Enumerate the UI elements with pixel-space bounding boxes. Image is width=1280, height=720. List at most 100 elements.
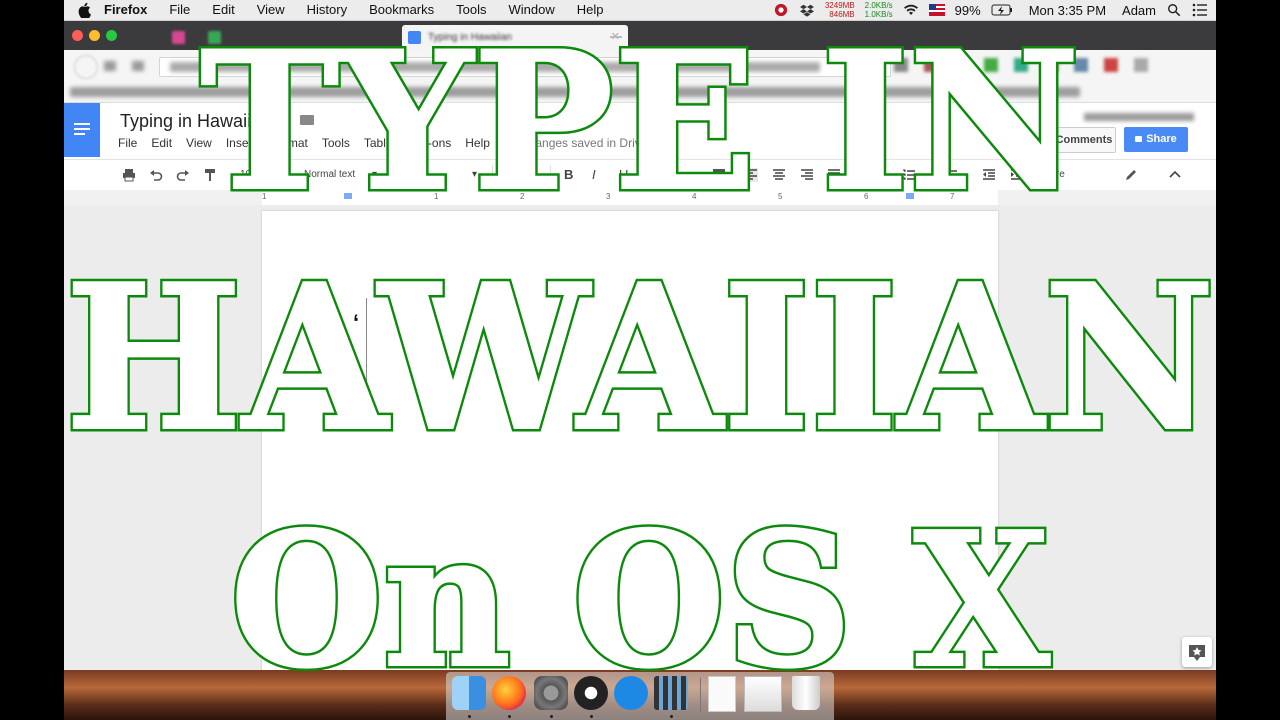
align-right-icon[interactable] xyxy=(800,168,814,182)
paint-format-icon[interactable] xyxy=(203,168,217,182)
right-indent-marker[interactable] xyxy=(906,193,914,199)
pencil-icon[interactable] xyxy=(1124,168,1138,182)
extension-icon[interactable] xyxy=(894,58,908,72)
extension-icon[interactable] xyxy=(1014,58,1028,72)
menu-history[interactable]: History xyxy=(307,0,347,20)
reload-button[interactable] xyxy=(132,61,144,71)
search-icon[interactable] xyxy=(1166,3,1182,17)
stack-folder-icon[interactable] xyxy=(744,676,782,712)
extension-icon[interactable] xyxy=(1104,58,1118,72)
menu-window[interactable]: Window xyxy=(509,0,555,20)
print-icon[interactable] xyxy=(122,168,136,182)
insert-comment-icon[interactable] xyxy=(712,168,726,182)
bulleted-list-icon[interactable] xyxy=(944,168,958,182)
tab-background[interactable]: ✕ xyxy=(202,25,418,50)
battery-percent[interactable]: 99% xyxy=(955,3,981,18)
url-bar[interactable] xyxy=(159,57,891,77)
align-center-icon[interactable] xyxy=(772,168,786,182)
app-store-icon[interactable] xyxy=(614,676,648,710)
style-select[interactable]: Normal text xyxy=(304,160,355,190)
more-button[interactable]: More xyxy=(1042,160,1065,190)
menu-edit[interactable]: Edit xyxy=(212,0,234,20)
line-spacing-icon[interactable] xyxy=(859,168,873,182)
docs-menu-help[interactable]: Help xyxy=(465,136,490,150)
firefox-icon[interactable] xyxy=(492,676,526,710)
text-color-icon[interactable]: A xyxy=(644,160,653,185)
extension-icon[interactable] xyxy=(984,58,998,72)
finder-icon[interactable] xyxy=(452,676,486,710)
menu-tools[interactable]: Tools xyxy=(456,0,486,20)
clock[interactable]: Mon 3:35 PM xyxy=(1029,3,1106,18)
extension-icon[interactable] xyxy=(1044,58,1058,72)
obs-icon[interactable] xyxy=(574,676,608,710)
forward-button[interactable] xyxy=(104,61,116,71)
docs-menu-edit[interactable]: Edit xyxy=(151,136,172,150)
chevron-up-icon[interactable] xyxy=(1168,168,1182,182)
notification-center-icon[interactable] xyxy=(1192,3,1208,17)
document-icon[interactable] xyxy=(708,676,736,712)
bold-icon[interactable]: B xyxy=(564,160,573,190)
extension-icon[interactable] xyxy=(1134,58,1148,72)
wifi-icon[interactable] xyxy=(903,3,919,17)
network-monitor[interactable]: 2.0KB/s 1.0KB/s xyxy=(865,1,893,19)
document-page[interactable] xyxy=(262,211,998,681)
apple-icon[interactable] xyxy=(78,2,92,18)
font-select[interactable]: Arial xyxy=(404,160,424,190)
system-preferences-icon[interactable] xyxy=(534,676,568,710)
account-info[interactable] xyxy=(1084,113,1194,121)
left-indent-marker[interactable] xyxy=(344,193,352,199)
record-icon[interactable] xyxy=(773,3,789,17)
extension-icon[interactable] xyxy=(1074,58,1088,72)
zoom-select[interactable]: 100% xyxy=(240,160,266,190)
new-tab-button[interactable] xyxy=(604,25,630,50)
trash-icon[interactable] xyxy=(792,676,820,710)
memory-monitor[interactable]: 3249MB 846MB xyxy=(825,1,855,19)
ruler-page-strip xyxy=(262,190,998,205)
docs-home-icon[interactable] xyxy=(64,103,100,157)
docs-menu-table[interactable]: Table xyxy=(364,136,393,150)
font-size-select[interactable]: 60 xyxy=(504,160,515,190)
zoom-window-button[interactable] xyxy=(106,30,117,41)
share-button[interactable]: Share xyxy=(1124,127,1188,152)
docs-menu-format[interactable]: Format xyxy=(270,136,308,150)
explore-button[interactable] xyxy=(1182,637,1212,667)
flag-icon[interactable] xyxy=(928,3,945,17)
docs-menu-tools[interactable]: Tools xyxy=(322,136,350,150)
undo-icon[interactable] xyxy=(149,168,163,182)
link-icon[interactable] xyxy=(684,168,698,182)
docs-menu-addons[interactable]: Add-ons xyxy=(407,136,452,150)
docs-menu-file[interactable]: File xyxy=(118,136,137,150)
extension-icon[interactable] xyxy=(924,58,938,72)
italic-icon[interactable]: I xyxy=(592,160,596,190)
document-title[interactable]: Typing in Hawaiian xyxy=(120,111,271,132)
docs-menu-view[interactable]: View xyxy=(186,136,212,150)
menu-bookmarks[interactable]: Bookmarks xyxy=(369,0,434,20)
justify-icon[interactable] xyxy=(827,168,841,182)
comments-button[interactable]: Comments xyxy=(1052,127,1116,153)
menu-firefox[interactable]: Firefox xyxy=(104,0,147,20)
dropbox-icon[interactable] xyxy=(799,3,815,17)
minimize-window-button[interactable] xyxy=(89,30,100,41)
align-left-icon[interactable] xyxy=(744,168,758,182)
document-text[interactable]: ‘ xyxy=(353,310,359,336)
increase-indent-icon[interactable] xyxy=(1010,168,1024,182)
docs-menu-insert[interactable]: Insert xyxy=(226,136,256,150)
tab-active[interactable]: Typing in Hawaiian ✕ xyxy=(402,25,628,50)
redo-icon[interactable] xyxy=(176,168,190,182)
audio-app-icon[interactable] xyxy=(654,676,688,710)
menu-help[interactable]: Help xyxy=(577,0,604,20)
decrease-indent-icon[interactable] xyxy=(982,168,996,182)
back-button[interactable] xyxy=(74,55,98,79)
memory-free: 846MB xyxy=(829,10,855,19)
menu-file[interactable]: File xyxy=(169,0,190,20)
underline-icon[interactable]: U xyxy=(619,160,628,190)
close-window-button[interactable] xyxy=(72,30,83,41)
numbered-list-icon[interactable] xyxy=(902,168,916,182)
bookmark-items[interactable] xyxy=(70,87,1080,97)
save-status[interactable]: All changes saved in Drive xyxy=(506,136,647,150)
battery-icon[interactable] xyxy=(991,3,1013,17)
extension-icon[interactable] xyxy=(954,58,968,72)
menu-view[interactable]: View xyxy=(257,0,285,20)
folder-icon[interactable] xyxy=(300,115,314,125)
user-name[interactable]: Adam xyxy=(1122,3,1156,18)
